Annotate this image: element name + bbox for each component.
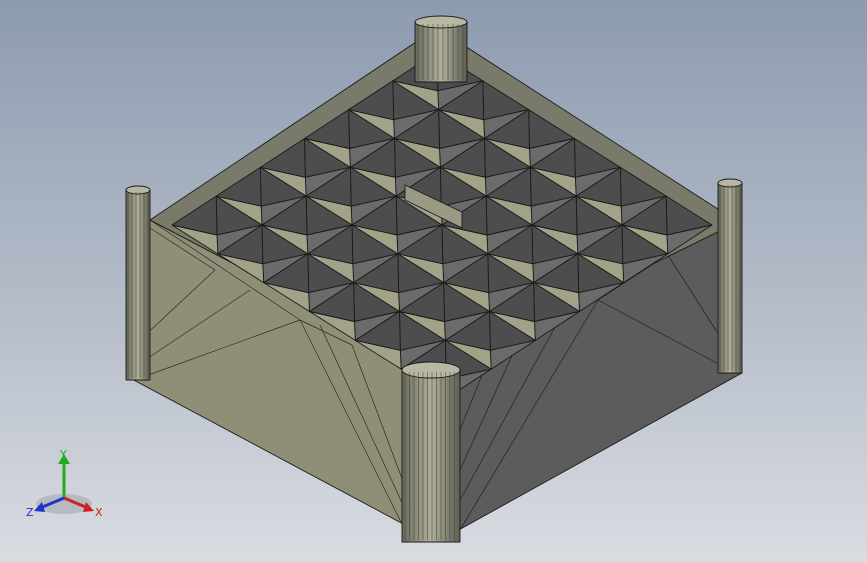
- z-axis-label: Z: [26, 506, 34, 519]
- corner-post-left: [125, 185, 151, 381]
- coordinate-triad: Y X Z: [26, 448, 103, 519]
- corner-post-front: [401, 361, 461, 543]
- 3d-viewport[interactable]: Y X Z: [0, 0, 867, 562]
- corner-post-right: [717, 178, 743, 374]
- y-axis-label: Y: [59, 448, 67, 461]
- grid-tray-model[interactable]: [0, 0, 867, 562]
- x-axis-label: X: [95, 506, 103, 519]
